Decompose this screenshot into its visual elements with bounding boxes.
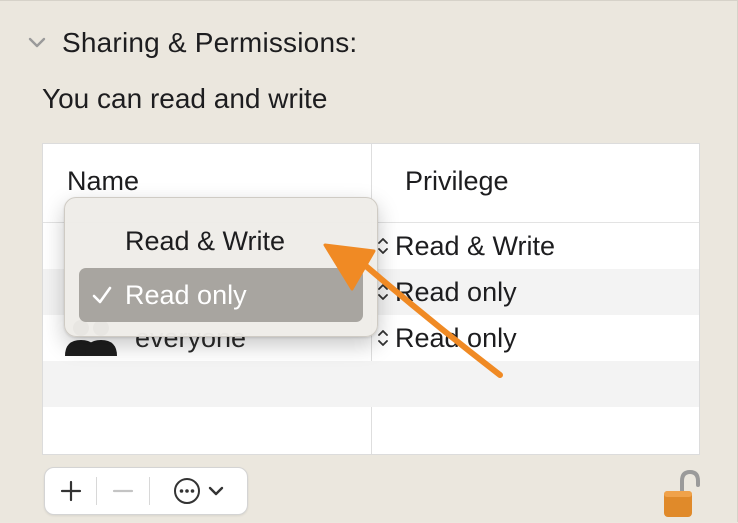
menu-item-read-only[interactable]: Read only: [79, 268, 363, 322]
table-row-empty: [43, 361, 699, 407]
menu-item-read-write[interactable]: Read & Write: [79, 214, 363, 268]
lock-open-icon[interactable]: [660, 469, 704, 519]
privilege-popup-button[interactable]: Read only: [377, 269, 517, 315]
chevron-down-icon: [209, 486, 224, 496]
menu-item-label: Read only: [125, 279, 247, 310]
minus-icon: [113, 489, 134, 493]
remove-button[interactable]: [97, 468, 148, 514]
up-down-chevron-icon: [377, 327, 389, 349]
up-down-chevron-icon: [377, 281, 389, 303]
privilege-value: Read only: [395, 276, 517, 307]
privilege-popup-menu: Read & Write Read only: [64, 197, 378, 337]
privilege-value: Read only: [395, 322, 517, 353]
info-panel: Sharing & Permissions: You can read and …: [0, 0, 738, 522]
plus-icon: [60, 480, 81, 502]
privilege-popup-button[interactable]: Read only: [377, 315, 517, 361]
sharing-permissions-header[interactable]: Sharing & Permissions:: [26, 23, 357, 63]
privilege-popup-button[interactable]: Read & Write: [377, 223, 555, 269]
checkmark-icon: [91, 285, 117, 305]
column-header-privilege[interactable]: Privilege: [405, 166, 509, 197]
permission-summary: You can read and write: [42, 83, 328, 114]
add-button[interactable]: [45, 468, 96, 514]
permissions-toolbar: [44, 467, 248, 515]
section-title: Sharing & Permissions:: [62, 27, 358, 58]
up-down-chevron-icon: [377, 235, 389, 257]
column-header-name[interactable]: Name: [67, 166, 139, 197]
menu-item-label: Read & Write: [125, 225, 286, 256]
ellipsis-circle-icon: [174, 478, 201, 504]
privilege-value: Read & Write: [395, 230, 556, 261]
action-menu-button[interactable]: [150, 468, 247, 514]
chevron-down-icon[interactable]: [26, 32, 48, 54]
